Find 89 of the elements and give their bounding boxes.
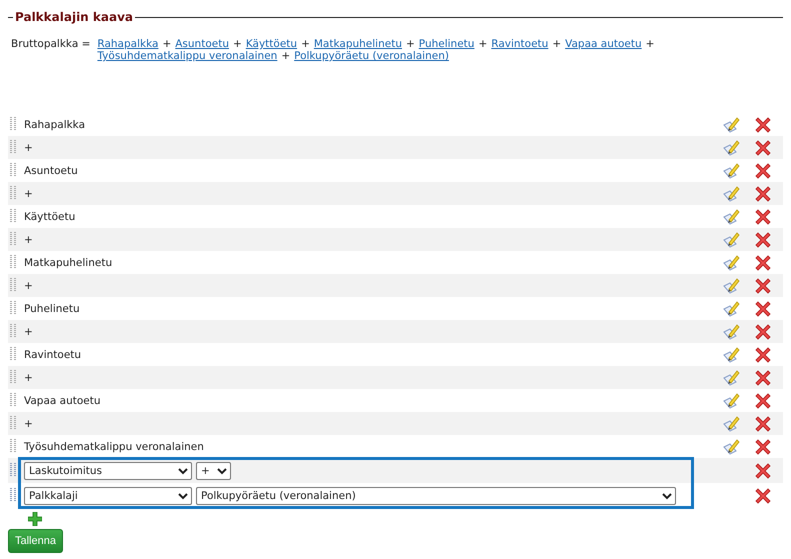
- drag-handle-icon[interactable]: [10, 347, 17, 362]
- edit-icon[interactable]: [722, 300, 740, 318]
- drag-handle-icon[interactable]: [10, 463, 17, 478]
- plus-sign: +: [301, 38, 310, 50]
- delete-icon[interactable]: [755, 278, 771, 294]
- edit-icon[interactable]: [722, 230, 740, 248]
- row-label: Puhelinetu: [24, 302, 81, 314]
- edit-icon[interactable]: [722, 322, 740, 340]
- drag-handle-icon[interactable]: [10, 232, 17, 247]
- edit-icon[interactable]: [722, 346, 740, 364]
- drag-handle-icon[interactable]: [10, 301, 17, 316]
- dropdown[interactable]: Laskutoimitus: [24, 462, 192, 480]
- delete-icon[interactable]: [755, 462, 771, 478]
- plus-sign: +: [406, 38, 415, 50]
- drag-handle-icon[interactable]: [10, 186, 17, 201]
- row-label: Rahapalkka: [24, 118, 86, 130]
- dropdown[interactable]: Palkkalaji: [24, 486, 192, 504]
- drag-handle-icon[interactable]: [10, 370, 17, 385]
- delete-icon[interactable]: [755, 254, 771, 270]
- formula-link[interactable]: Vapaa autoetu: [565, 38, 642, 50]
- row-label: Työsuhdematkalippu veronalainen: [24, 440, 205, 452]
- delete-icon[interactable]: [755, 140, 771, 156]
- formula-link[interactable]: Puhelinetu: [418, 38, 474, 50]
- edit-icon[interactable]: [722, 138, 740, 156]
- delete-icon[interactable]: [755, 232, 771, 248]
- formula-link[interactable]: Asuntoetu: [175, 38, 229, 50]
- formula-link[interactable]: Käyttöetu: [246, 38, 298, 50]
- add-icon[interactable]: [28, 512, 42, 526]
- dropdown[interactable]: +: [196, 462, 231, 480]
- delete-icon[interactable]: [755, 392, 771, 408]
- plus-sign: +: [478, 38, 488, 50]
- delete-icon[interactable]: [755, 370, 771, 386]
- row-label: +: [24, 234, 34, 246]
- edit-icon[interactable]: [722, 392, 740, 410]
- row-label: +: [24, 326, 34, 338]
- row-label: Vapaa autoetu: [24, 394, 102, 406]
- edit-icon[interactable]: [722, 184, 740, 202]
- edit-icon[interactable]: [722, 438, 740, 456]
- row-label: +: [24, 188, 34, 200]
- drag-handle-icon[interactable]: [10, 278, 17, 293]
- row-label: Matkapuhelinetu: [24, 256, 114, 268]
- drag-handle-icon[interactable]: [10, 140, 17, 155]
- drag-handle-icon[interactable]: [10, 163, 17, 178]
- row-label: +: [24, 280, 34, 292]
- drag-handle-icon[interactable]: [10, 439, 17, 454]
- formula-label: Bruttopalkka =: [11, 38, 90, 50]
- dropdown[interactable]: Polkupyöräetu (veronalainen): [196, 486, 676, 504]
- delete-icon[interactable]: [755, 116, 771, 132]
- edit-icon[interactable]: [722, 116, 740, 134]
- row-label: +: [24, 372, 34, 384]
- formula-link[interactable]: Työsuhdematkalippu veronalainen: [97, 50, 278, 62]
- drag-handle-icon[interactable]: [10, 324, 17, 339]
- edit-icon[interactable]: [722, 276, 740, 294]
- formula-link[interactable]: Polkupyöräetu (veronalainen): [294, 50, 449, 62]
- row-label: +: [24, 142, 34, 154]
- drag-handle-icon[interactable]: [10, 416, 17, 431]
- formula-link[interactable]: Matkapuhelinetu: [314, 38, 402, 50]
- delete-icon[interactable]: [755, 416, 771, 432]
- drag-handle-icon[interactable]: [10, 393, 17, 408]
- drag-handle-icon[interactable]: [10, 255, 17, 270]
- drag-handle-icon[interactable]: [10, 488, 17, 503]
- row-label: Käyttöetu: [24, 210, 76, 222]
- edit-icon[interactable]: [722, 254, 740, 272]
- formula-link[interactable]: Ravintoetu: [491, 38, 548, 50]
- plus-sign: +: [233, 38, 242, 50]
- delete-icon[interactable]: [755, 162, 771, 178]
- drag-handle-icon[interactable]: [10, 209, 17, 224]
- row-label: Asuntoetu: [24, 164, 79, 176]
- drag-handle-icon[interactable]: [10, 117, 17, 132]
- plus-sign: +: [281, 50, 290, 62]
- edit-icon[interactable]: [722, 208, 740, 226]
- delete-icon[interactable]: [755, 300, 771, 316]
- edit-icon[interactable]: [722, 414, 740, 432]
- delete-icon[interactable]: [755, 488, 771, 504]
- plus-sign: +: [162, 38, 172, 50]
- edit-icon[interactable]: [722, 368, 740, 386]
- row-label: +: [24, 418, 34, 430]
- delete-icon[interactable]: [755, 208, 771, 224]
- save-button[interactable]: Tallenna: [8, 529, 63, 553]
- edit-icon[interactable]: [722, 162, 740, 180]
- delete-icon[interactable]: [755, 324, 771, 340]
- row-label: Ravintoetu: [24, 348, 82, 360]
- delete-icon[interactable]: [755, 438, 771, 454]
- formula-link[interactable]: Rahapalkka: [97, 38, 158, 50]
- section-title: Palkkalajin kaava: [14, 10, 134, 24]
- plus-sign: +: [646, 38, 654, 50]
- delete-icon[interactable]: [755, 346, 771, 362]
- plus-sign: +: [552, 38, 562, 50]
- delete-icon[interactable]: [755, 186, 771, 202]
